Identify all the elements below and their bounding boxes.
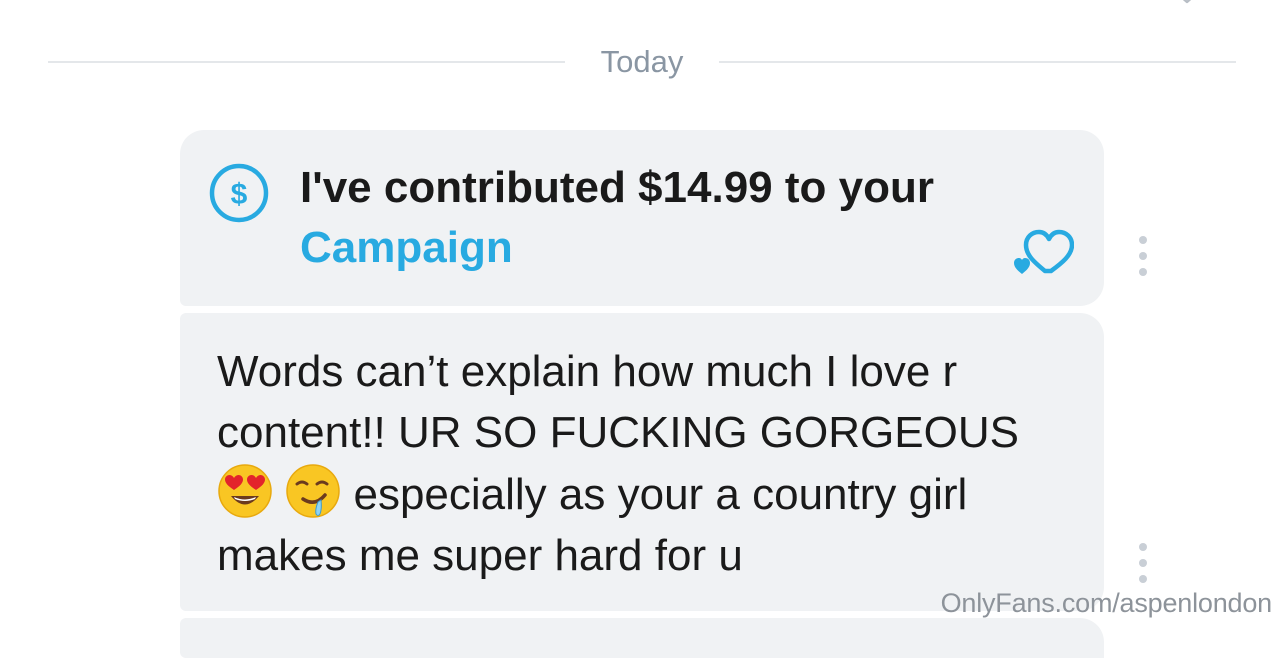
more-dot	[1139, 543, 1147, 551]
date-divider: Today	[48, 40, 1237, 84]
tip-amount-text: I've contributed $14.99 to your	[300, 163, 934, 212]
tip-message-more-button[interactable]	[1131, 236, 1155, 276]
campaign-link[interactable]: Campaign	[300, 218, 1060, 278]
watermark: OnlyFans.com/aspenlondon	[940, 588, 1273, 618]
drooling-face-emoji	[285, 463, 341, 519]
message-line: Words can’t explain how much I love r	[217, 347, 958, 396]
more-dot	[1139, 268, 1147, 276]
expand-icon[interactable]	[1176, 0, 1198, 4]
message-line: makes me super hard for u	[217, 531, 743, 580]
date-divider-label: Today	[600, 44, 684, 79]
message-text: Words can’t explain how much I love r co…	[217, 341, 1077, 586]
tip-message-bubble: $ I've contributed $14.99 to your Campai…	[180, 130, 1104, 306]
message-line-with-emojis: especially as your a country girl	[217, 463, 1077, 525]
next-message-bubble	[180, 618, 1104, 658]
heart-eyes-emoji	[217, 463, 273, 519]
tip-text: I've contributed $14.99 to your Campaign	[300, 158, 1060, 278]
like-heart-icon[interactable]	[1012, 226, 1074, 280]
divider-line-right	[719, 61, 1237, 63]
text-message-more-button[interactable]	[1131, 543, 1155, 583]
message-line-text: especially as your a country girl	[353, 470, 968, 519]
more-dot	[1139, 575, 1147, 583]
more-dot	[1139, 559, 1147, 567]
more-dot	[1139, 236, 1147, 244]
divider-line-left	[48, 61, 565, 63]
dollar-circle-icon: $	[209, 163, 269, 223]
svg-text:$: $	[231, 178, 248, 211]
more-dot	[1139, 252, 1147, 260]
message-line: content!! UR SO FUCKING GORGEOUS	[217, 408, 1019, 457]
text-message-bubble: Words can’t explain how much I love r co…	[180, 313, 1104, 611]
